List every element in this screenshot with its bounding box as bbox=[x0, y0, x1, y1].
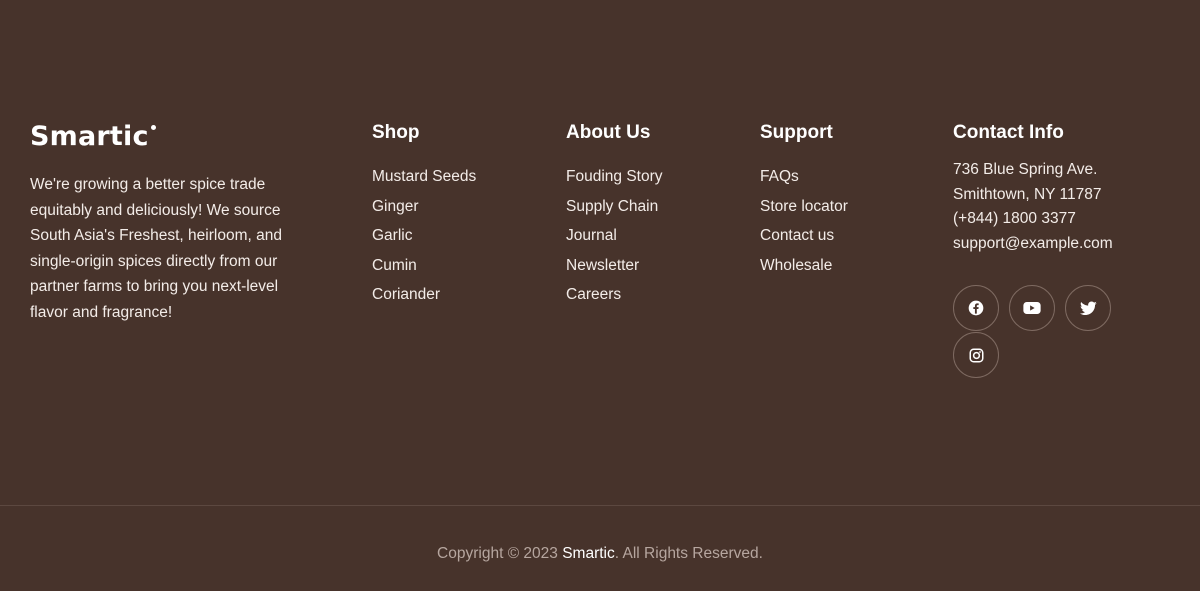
facebook-button[interactable] bbox=[953, 285, 999, 331]
twitter-icon bbox=[1079, 300, 1097, 315]
shop-link-ginger[interactable]: Ginger bbox=[372, 192, 542, 222]
email-address[interactable]: support@example.com bbox=[953, 232, 1173, 257]
support-column: Support FAQs Store locator Contact us Wh… bbox=[760, 120, 930, 280]
shop-links: Mustard Seeds Ginger Garlic Cumin Corian… bbox=[372, 162, 542, 310]
about-link-journal[interactable]: Journal bbox=[566, 221, 736, 251]
about-link-careers[interactable]: Careers bbox=[566, 280, 736, 310]
address-line-2: Smithtown, NY 11787 bbox=[953, 185, 1102, 203]
support-link-faqs[interactable]: FAQs bbox=[760, 162, 930, 192]
brand-column: Smartic We're growing a better spice tra… bbox=[30, 122, 310, 325]
contact-column: Contact Info 736 Blue Spring Ave. Smitht… bbox=[953, 120, 1173, 378]
instagram-button[interactable] bbox=[953, 332, 999, 378]
shop-link-cumin[interactable]: Cumin bbox=[372, 251, 542, 281]
brand-description: We're growing a better spice trade equit… bbox=[30, 176, 282, 321]
support-link-wholesale[interactable]: Wholesale bbox=[760, 251, 930, 281]
logo-text: Smartic bbox=[30, 121, 149, 152]
site-footer: Smartic We're growing a better spice tra… bbox=[0, 0, 1200, 591]
shop-link-mustard-seeds[interactable]: Mustard Seeds bbox=[372, 162, 542, 192]
shop-column: Shop Mustard Seeds Ginger Garlic Cumin C… bbox=[372, 120, 542, 310]
twitter-button[interactable] bbox=[1065, 285, 1111, 331]
instagram-icon bbox=[969, 348, 983, 362]
youtube-icon bbox=[1023, 302, 1041, 314]
logo-dot bbox=[150, 125, 156, 130]
support-links: FAQs Store locator Contact us Wholesale bbox=[760, 162, 930, 280]
about-title: About Us bbox=[566, 122, 651, 143]
facebook-icon bbox=[968, 300, 984, 316]
shop-title: Shop bbox=[372, 122, 420, 143]
footer-top: Smartic We're growing a better spice tra… bbox=[0, 0, 1200, 505]
support-link-contact-us[interactable]: Contact us bbox=[760, 221, 930, 251]
copyright-suffix: . All Rights Reserved. bbox=[614, 545, 763, 562]
about-link-founding-story[interactable]: Fouding Story bbox=[566, 162, 736, 192]
support-link-store-locator[interactable]: Store locator bbox=[760, 192, 930, 222]
shop-link-coriander[interactable]: Coriander bbox=[372, 280, 542, 310]
contact-title: Contact Info bbox=[953, 122, 1064, 143]
social-links bbox=[953, 285, 1123, 378]
address-line-1: 736 Blue Spring Ave. bbox=[953, 161, 1098, 178]
support-title: Support bbox=[760, 122, 833, 143]
copyright-text: Copyright © 2023 Smartic. All Rights Res… bbox=[0, 543, 1200, 565]
contact-details: 736 Blue Spring Ave. Smithtown, NY 11787… bbox=[953, 158, 1173, 256]
footer-divider bbox=[0, 505, 1200, 506]
about-column: About Us Fouding Story Supply Chain Jour… bbox=[566, 120, 736, 310]
copyright-brand-link[interactable]: Smartic bbox=[562, 545, 615, 562]
phone-number[interactable]: (+844) 1800 3377 bbox=[953, 207, 1173, 232]
logo[interactable]: Smartic bbox=[30, 122, 310, 152]
about-link-supply-chain[interactable]: Supply Chain bbox=[566, 192, 736, 222]
copyright-prefix: Copyright © 2023 bbox=[437, 545, 563, 562]
youtube-button[interactable] bbox=[1009, 285, 1055, 331]
shop-link-garlic[interactable]: Garlic bbox=[372, 221, 542, 251]
about-link-newsletter[interactable]: Newsletter bbox=[566, 251, 736, 281]
about-links: Fouding Story Supply Chain Journal Newsl… bbox=[566, 162, 736, 310]
